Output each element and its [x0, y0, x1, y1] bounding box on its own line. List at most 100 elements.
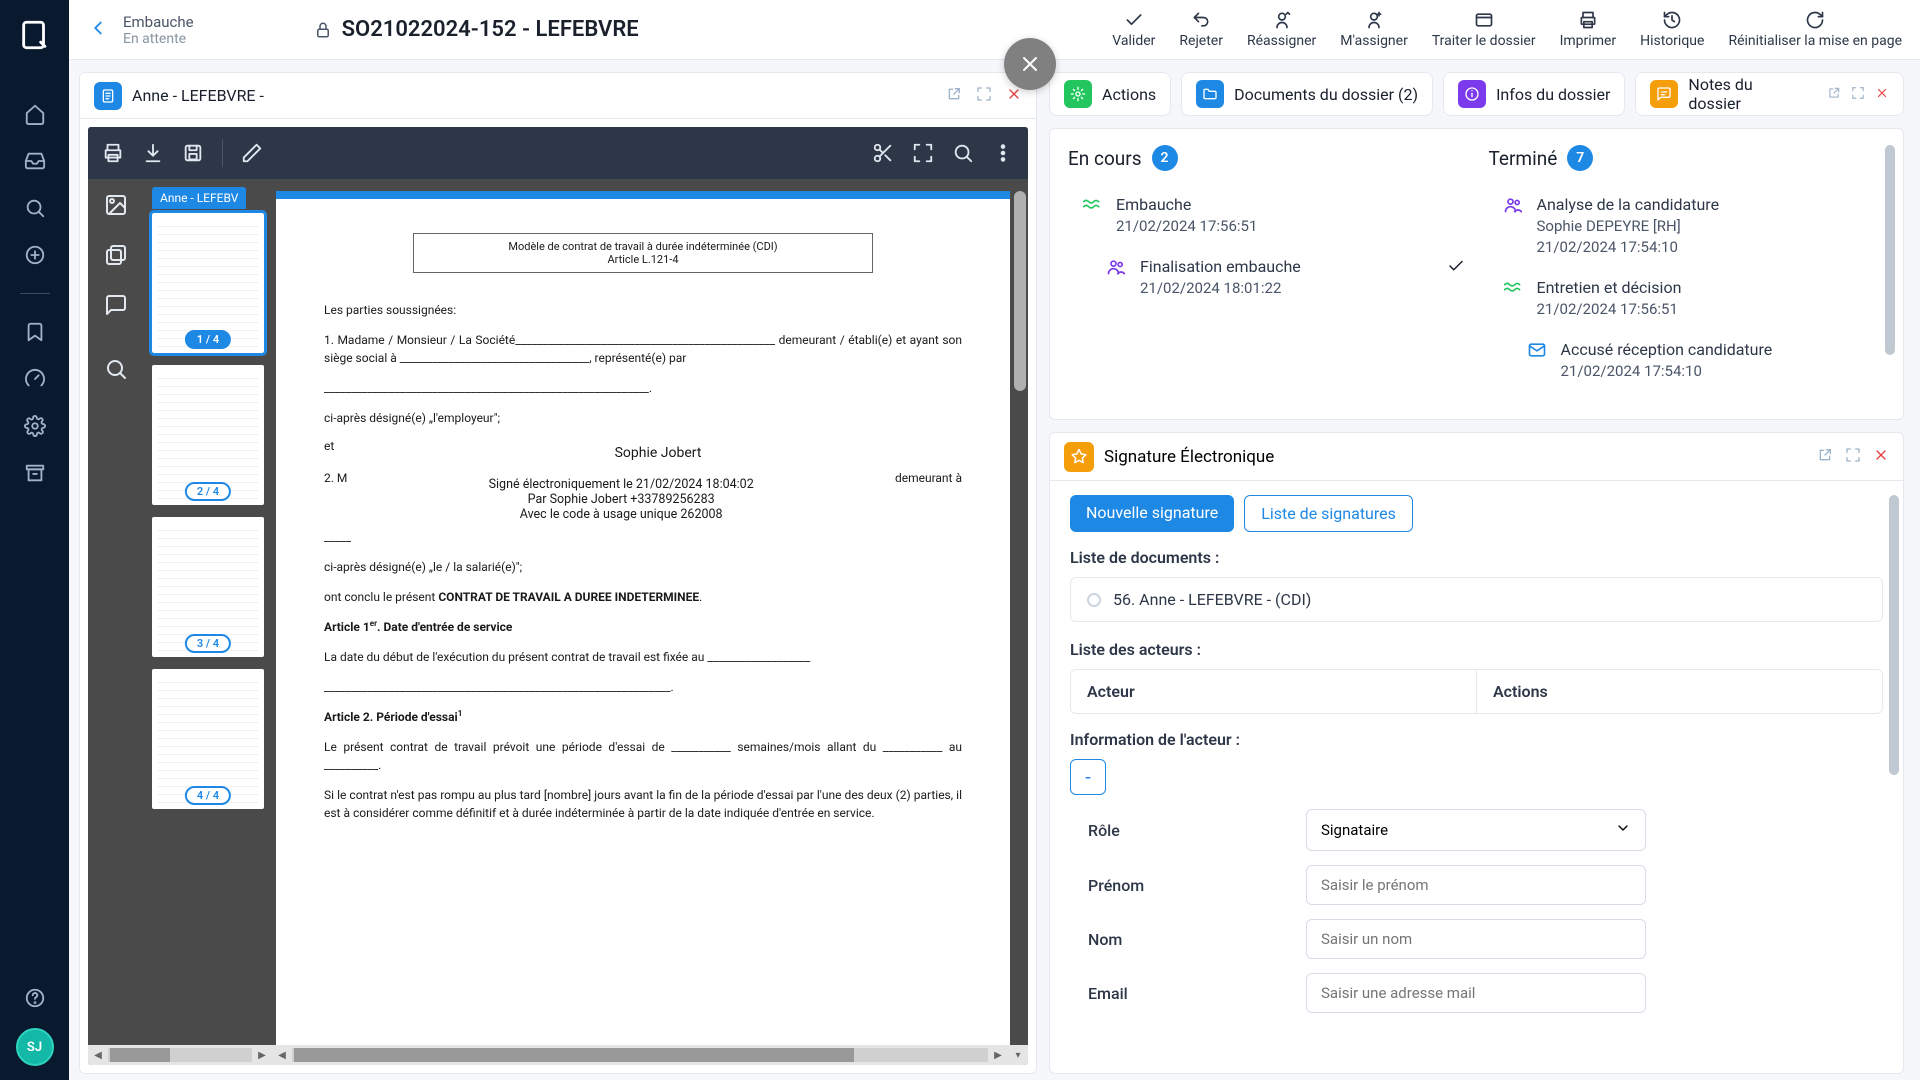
page-hscroll[interactable]: ◀▶▾	[272, 1045, 1028, 1065]
nav-help-icon[interactable]	[18, 981, 52, 1015]
viewer-sidebar	[88, 179, 144, 1045]
document-row[interactable]: 56. Anne - LEFEBVRE - (CDI)	[1070, 577, 1883, 622]
close-overlay-button[interactable]	[1004, 38, 1056, 90]
workflow-card: En cours2 Embauche21/02/2024 17:56:51 Fi…	[1049, 128, 1904, 420]
document-icon	[94, 82, 122, 110]
thumbnail-page-3[interactable]: 3 / 4	[152, 517, 264, 657]
popout-icon[interactable]	[946, 86, 962, 106]
lock-icon	[314, 21, 332, 39]
nav-bookmark-icon[interactable]	[18, 315, 52, 349]
people-icon	[1503, 195, 1525, 256]
print-button[interactable]: Imprimer	[1560, 10, 1617, 49]
expand-icon[interactable]	[1845, 447, 1861, 467]
people-icon	[1106, 257, 1128, 297]
document-page: Modèle de contrat de travail à durée ind…	[276, 191, 1010, 1045]
thumbnail-page-4[interactable]: 4 / 4	[152, 669, 264, 809]
chevron-down-icon	[1615, 820, 1631, 840]
tab-notes[interactable]: Notes du dossier	[1635, 72, 1904, 116]
viewer-cut-icon[interactable]	[872, 142, 894, 164]
viewer-print-icon[interactable]	[102, 142, 124, 164]
viewer-download-icon[interactable]	[142, 142, 164, 164]
signature-tab: Signature Électronique	[1050, 433, 1903, 481]
role-label: Rôle	[1088, 821, 1288, 840]
user-avatar[interactable]: SJ	[16, 1028, 54, 1066]
popout-icon[interactable]	[1827, 85, 1841, 104]
rail-separator	[20, 293, 50, 294]
nav-inbox-icon[interactable]	[18, 144, 52, 178]
nav-dashboard-icon[interactable]	[18, 362, 52, 396]
radio-icon[interactable]	[1087, 593, 1101, 607]
thumb-hscroll[interactable]: ◀▶	[88, 1045, 272, 1065]
actor-info-heading: Information de l'acteur :	[1070, 730, 1883, 749]
nav-settings-icon[interactable]	[18, 409, 52, 443]
breadcrumb: Embauche En attente	[123, 13, 194, 47]
viewer-layers-icon[interactable]	[104, 243, 128, 271]
viewer-find-icon[interactable]	[104, 357, 128, 385]
folder-icon	[1196, 80, 1224, 108]
viewer-edit-icon[interactable]	[241, 142, 263, 164]
reassign-button[interactable]: Réassigner	[1247, 10, 1316, 49]
close-icon[interactable]	[1875, 85, 1889, 104]
lastname-label: Nom	[1088, 930, 1288, 949]
thumbnail-page-1[interactable]: 1 / 4	[152, 213, 264, 353]
scrollbar[interactable]	[1889, 495, 1899, 775]
col-actor: Acteur	[1071, 670, 1476, 713]
header: Embauche En attente SO21022024-152 - LEF…	[69, 0, 1920, 60]
nav-home-icon[interactable]	[18, 97, 52, 131]
document-tab-label: Anne - LEFEBVRE -	[132, 86, 936, 105]
email-label: Email	[1088, 984, 1288, 1003]
pdf-viewer: Anne - LEFEBV 1 / 4 2 / 4 3 / 4 4 / 4 Mo…	[88, 127, 1028, 1065]
scrollbar[interactable]	[1885, 145, 1895, 355]
email-input[interactable]	[1306, 973, 1646, 1013]
thumbnail-page-2[interactable]: 2 / 4	[152, 365, 264, 505]
back-button[interactable]	[87, 17, 109, 43]
firstname-input[interactable]	[1306, 865, 1646, 905]
left-rail: SJ	[0, 0, 69, 1080]
reset-layout-button[interactable]: Réinitialiser la mise en page	[1728, 10, 1902, 49]
tab-actions[interactable]: Actions	[1049, 72, 1171, 116]
tab-new-signature[interactable]: Nouvelle signature	[1070, 495, 1234, 532]
viewer-comments-icon[interactable]	[104, 293, 128, 321]
viewer-thumbnails-icon[interactable]	[104, 193, 128, 221]
close-tab-icon[interactable]	[1006, 86, 1022, 106]
expand-icon[interactable]	[1851, 85, 1865, 104]
breadcrumb-title: Embauche	[123, 13, 194, 31]
assign-me-button[interactable]: M'assigner	[1340, 10, 1408, 49]
nav-archive-icon[interactable]	[18, 456, 52, 490]
tab-infos[interactable]: Infos du dossier	[1443, 72, 1625, 116]
role-select[interactable]: Signataire	[1306, 809, 1646, 851]
page-view: Modèle de contrat de travail à durée ind…	[272, 179, 1028, 1045]
tab-signature-list[interactable]: Liste de signatures	[1244, 495, 1413, 532]
viewer-search-icon[interactable]	[952, 142, 974, 164]
col-actions: Actions	[1476, 670, 1882, 713]
validate-button[interactable]: Valider	[1112, 10, 1155, 49]
lastname-input[interactable]	[1306, 919, 1646, 959]
check-icon	[1447, 257, 1465, 297]
popout-icon[interactable]	[1817, 447, 1833, 467]
right-column: Actions Documents du dossier (2) Infos d…	[1049, 72, 1904, 1074]
nav-add-icon[interactable]	[18, 238, 52, 272]
thumbnail-tab[interactable]: Anne - LEFEBV	[152, 187, 246, 209]
history-button[interactable]: Historique	[1640, 10, 1704, 49]
workflow-in-progress: En cours2 Embauche21/02/2024 17:56:51 Fi…	[1068, 145, 1465, 403]
close-icon[interactable]	[1873, 447, 1889, 467]
actors-table-header: Acteur Actions	[1070, 669, 1883, 714]
thumbnail-strip: Anne - LEFEBV 1 / 4 2 / 4 3 / 4 4 / 4	[144, 179, 272, 1045]
document-panel: Anne - LEFEBVRE -	[79, 72, 1037, 1074]
count-badge: 7	[1567, 145, 1593, 171]
viewer-toolbar	[88, 127, 1028, 179]
expand-icon[interactable]	[976, 86, 992, 106]
tab-documents[interactable]: Documents du dossier (2)	[1181, 72, 1433, 116]
remove-actor-button[interactable]: -	[1070, 759, 1106, 795]
nav-search-icon[interactable]	[18, 191, 52, 225]
page-title: SO21022024-152 - LEFEBVRE	[314, 17, 639, 42]
notes-icon	[1650, 80, 1678, 108]
process-button[interactable]: Traiter le dossier	[1432, 10, 1536, 49]
documents-heading: Liste de documents :	[1070, 548, 1883, 567]
viewer-more-icon[interactable]	[992, 142, 1014, 164]
page-scrollbar[interactable]	[1014, 191, 1026, 391]
viewer-save-icon[interactable]	[182, 142, 204, 164]
viewer-fullscreen-icon[interactable]	[912, 142, 934, 164]
reject-button[interactable]: Rejeter	[1179, 10, 1223, 49]
wave-icon	[1503, 278, 1525, 318]
